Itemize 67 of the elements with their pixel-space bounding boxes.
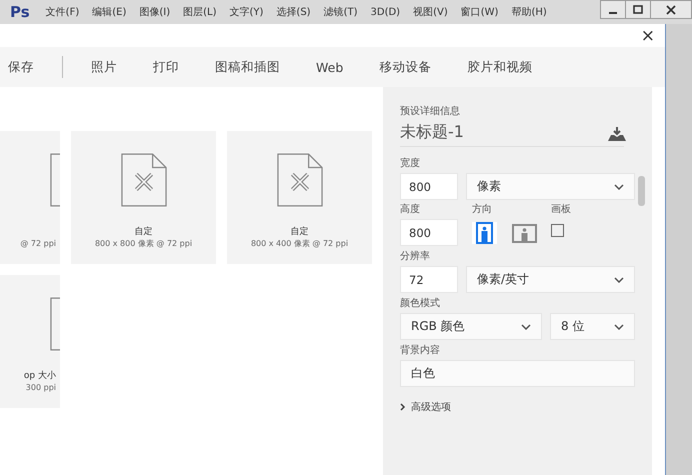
tab[interactable]: 图稿和插图 [197,47,298,87]
close-button[interactable]: × [636,26,659,44]
scrollbar[interactable] [638,176,645,206]
preset-title: op 大小 [24,371,56,382]
tab[interactable]: 照片 [73,47,135,87]
save-preset-icon[interactable] [608,127,626,141]
preset-card[interactable]: @ 72 ppi [0,131,60,264]
field-label: 颜色模式 [400,297,441,310]
preset-card[interactable]: op 大小 300 ppi [0,275,60,408]
tab[interactable]: Web [298,47,362,87]
menu-item[interactable]: 选择(S) [276,5,311,19]
minimize-button[interactable] [600,0,626,19]
field-label: 画板 [551,203,571,216]
close-icon [666,4,676,14]
preset-size: 800 x 400 像素 @ 72 ppi [250,238,348,249]
artboard-checkbox[interactable] [551,224,564,237]
chevron-icon [400,403,406,411]
portrait-button[interactable] [472,222,497,244]
chevron-icon [614,324,624,330]
field-label: 宽度 [400,157,421,170]
background-dropdown[interactable]: 白色 [400,360,635,387]
document-name[interactable]: 未标题-1 [400,122,464,146]
tab[interactable]: 胶片和视频 [449,47,550,87]
menu-item[interactable]: 图像(I) [139,5,170,19]
field-label: 高度 [400,203,421,216]
preset-title: 自定 [290,227,308,238]
width-field[interactable]: 800 [400,173,458,200]
menu-item[interactable]: 文件(F) [46,5,80,19]
bit-depth-dropdown[interactable]: 8 位 [550,313,635,340]
menu-item[interactable]: 文字(Y) [230,5,264,19]
field-label: 分辨率 [400,250,431,263]
tab[interactable]: 移动设备 [361,47,450,87]
menu-item[interactable]: 帮助(H) [511,5,547,19]
menu-item[interactable]: 3D(D) [370,6,400,18]
tab[interactable]: 保存 [8,47,52,87]
menu-item[interactable]: 图层(L) [183,5,216,19]
tab[interactable]: 打印 [135,47,197,87]
landscape-button[interactable] [512,222,537,244]
chevron-icon [614,276,624,282]
preset-title: 自定 [134,227,152,238]
unit-dropdown[interactable]: 像素/英寸 [466,266,635,293]
document-icon [120,153,166,207]
advanced-options-toggle[interactable]: 高级选项 [400,400,451,414]
preset-card[interactable]: 自定 800 x 400 像素 @ 72 ppi [227,131,372,264]
color-mode-dropdown[interactable]: RGB 颜色 [400,313,542,340]
field-label: 方向 [472,203,493,216]
menu-item[interactable]: 滤镜(T) [324,5,358,19]
chevron-icon [614,184,624,190]
resolution-field[interactable]: 72 [400,266,458,293]
close-window-button[interactable] [650,0,692,19]
chevron-icon [521,324,531,330]
menu-item[interactable]: 窗口(W) [460,5,498,19]
field-label: 背景内容 [400,344,441,357]
document-icon [276,153,322,207]
preset-size: 300 ppi [26,382,56,393]
preset-size: @ 72 ppi [20,238,56,249]
section-heading: 预设详细信息 [400,105,461,118]
app-logo[interactable]: Ps [10,3,30,21]
menu-item[interactable]: 编辑(E) [92,5,126,19]
height-field[interactable]: 800 [400,219,458,246]
unit-dropdown[interactable]: 像素 [466,173,635,200]
preset-size: 800 x 800 像素 @ 72 ppi [94,238,192,249]
preset-card[interactable]: 自定 800 x 800 像素 @ 72 ppi [71,131,216,264]
minimize-icon [609,12,617,14]
menu-item[interactable]: 视图(V) [413,5,448,19]
maximize-icon [633,4,643,14]
maximize-button[interactable] [625,0,651,19]
